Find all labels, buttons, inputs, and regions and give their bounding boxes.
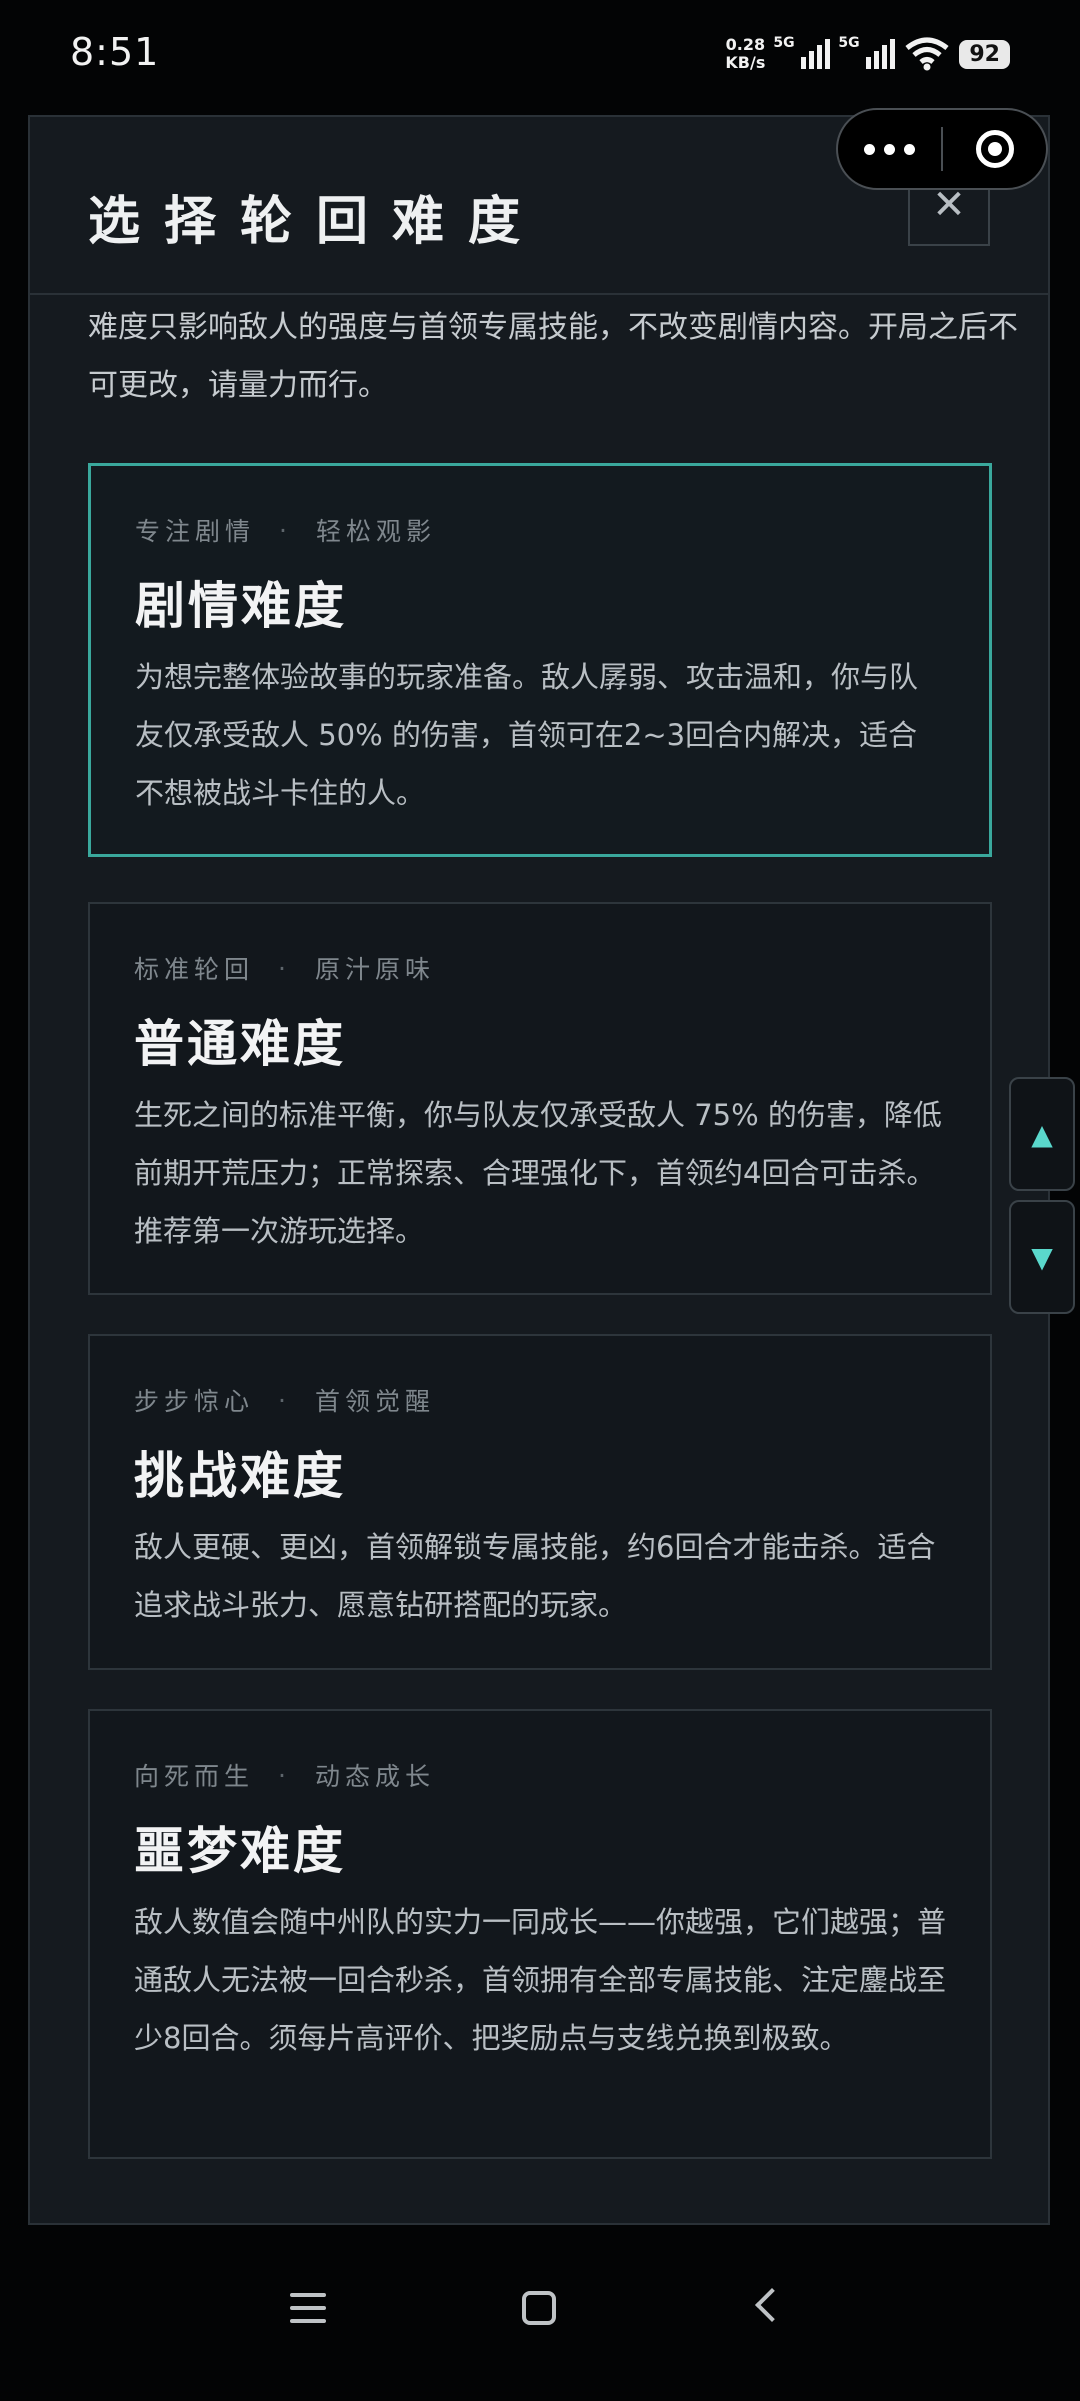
signal-label-2: 5G <box>838 35 860 51</box>
status-time: 8:51 <box>70 30 160 74</box>
card-tag: 原汁原味 <box>314 955 435 984</box>
arrow-up-icon: ▲ <box>1031 1117 1053 1151</box>
card-tags: 标准轮回 · 原汁原味 <box>134 950 946 986</box>
card-title: 挑战难度 <box>134 1446 346 1505</box>
network-speed-value: 0.28 <box>725 35 766 54</box>
dialog-title: 选择轮回难度 <box>88 191 545 252</box>
card-tag: 轻松观影 <box>315 517 436 546</box>
scroll-up-button[interactable]: ▲ <box>1009 1077 1075 1191</box>
home-icon[interactable] <box>522 2291 556 2325</box>
scroll-down-button[interactable]: ▼ <box>1009 1200 1075 1314</box>
signal-icon: 5G <box>773 35 831 69</box>
tag-separator: · <box>279 515 292 545</box>
recent-apps-icon[interactable] <box>290 2293 326 2332</box>
card-description: 生死之间的标准平衡，你与队友仅承受敌人 75% 的伤害，降低前期开荒压力；正常探… <box>134 1098 942 1248</box>
battery-indicator: 92 <box>959 39 1010 69</box>
difficulty-dialog: 选择轮回难度 ✕ 难度只影响敌人的强度与首领专属技能，不改变剧情内容。开局之后不… <box>28 115 1050 2225</box>
tag-separator: · <box>278 1760 291 1790</box>
card-description: 敌人数值会随中州队的实力一同成长——你越强，它们越强；普通敌人无法被一回合秒杀，… <box>134 1905 947 2055</box>
intro-text: 难度只影响敌人的强度与首领专属技能，不改变剧情内容。开局之后不可更改，请量力而行… <box>88 310 1018 403</box>
wifi-icon <box>905 37 949 71</box>
miniprogram-capsule <box>836 108 1048 190</box>
signal-icon-2: 5G <box>838 35 896 69</box>
exit-miniprogram-button[interactable] <box>943 130 1046 168</box>
card-title: 噩梦难度 <box>134 1821 346 1880</box>
card-title: 剧情难度 <box>135 576 347 635</box>
target-icon <box>975 130 1014 168</box>
arrow-down-icon: ▼ <box>1031 1240 1053 1274</box>
difficulty-card-nightmare[interactable]: 向死而生 · 动态成长 噩梦难度 敌人数值会随中州队的实力一同成长——你越强，它… <box>88 1709 992 2159</box>
signal-label: 5G <box>773 35 795 51</box>
card-tag: 专注剧情 <box>135 517 256 546</box>
difficulty-card-story[interactable]: 专注剧情 · 轻松观影 剧情难度 为想完整体验故事的玩家准备。敌人孱弱、攻击温和… <box>88 463 992 857</box>
card-title: 普通难度 <box>134 1014 346 1073</box>
network-speed-unit: KB/s <box>725 53 766 72</box>
tag-separator: · <box>278 1385 291 1415</box>
card-tag: 动态成长 <box>314 1762 435 1791</box>
tag-separator: · <box>278 953 291 983</box>
status-icons: 0.28 KB/s 5G 5G 92 <box>725 32 1010 76</box>
card-tag: 首领觉醒 <box>314 1387 435 1416</box>
card-description: 为想完整体验故事的玩家准备。敌人孱弱、攻击温和，你与队友仅承受敌人 50% 的伤… <box>135 660 919 810</box>
card-tags: 向死而生 · 动态成长 <box>134 1757 946 1793</box>
card-tag: 标准轮回 <box>134 955 255 984</box>
card-tags: 步步惊心 · 首领觉醒 <box>134 1382 946 1418</box>
difficulty-card-challenge[interactable]: 步步惊心 · 首领觉醒 挑战难度 敌人更硬、更凶，首领解锁专属技能，约6回合才能… <box>88 1334 992 1670</box>
network-speed: 0.28 KB/s <box>725 36 765 72</box>
more-options-button[interactable] <box>838 143 941 155</box>
system-nav-bar <box>0 2226 1080 2401</box>
card-tag: 步步惊心 <box>134 1387 255 1416</box>
card-tag: 向死而生 <box>134 1762 255 1791</box>
card-description: 敌人更硬、更凶，首领解锁专属技能，约6回合才能击杀。适合追求战斗张力、愿意钻研搭… <box>134 1530 936 1622</box>
difficulty-card-normal[interactable]: 标准轮回 · 原汁原味 普通难度 生死之间的标准平衡，你与队友仅承受敌人 75%… <box>88 902 992 1295</box>
status-bar: 8:51 0.28 KB/s 5G 5G 92 <box>0 0 1080 110</box>
card-tags: 专注剧情 · 轻松观影 <box>135 512 945 548</box>
back-icon[interactable] <box>755 2288 789 2322</box>
